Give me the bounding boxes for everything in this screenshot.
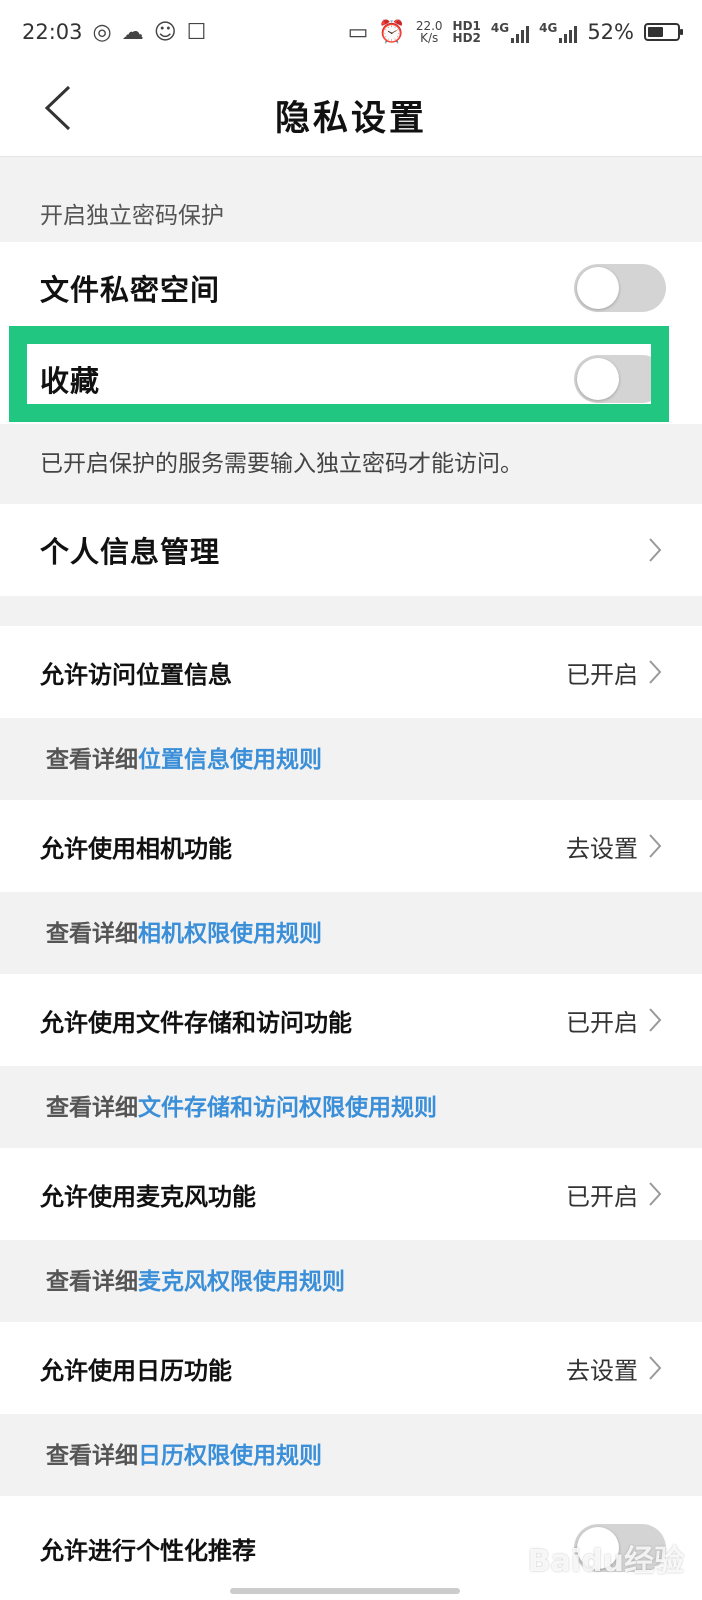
chevron-right-icon — [648, 659, 662, 685]
page-title: 隐私设置 — [274, 99, 427, 139]
detail-calendar: 查看详细日历权限使用规则 — [46, 1436, 322, 1470]
alarm-icon: ⏰ — [378, 19, 406, 45]
battery-icon — [644, 23, 683, 41]
permission-status: 去设置 — [566, 1356, 638, 1385]
toggle-knob — [577, 267, 619, 309]
detail-prefix: 查看详细 — [46, 747, 138, 773]
permission-status: 已开启 — [566, 660, 638, 689]
row-label: 允许使用麦克风功能 — [40, 1182, 256, 1211]
signal-bars-icon — [511, 23, 530, 43]
row-label: 允许使用日历功能 — [40, 1356, 232, 1385]
row-permission-camera[interactable]: 允许使用相机功能 去设置 — [0, 800, 702, 892]
section-label-password: 开启独立密码保护 — [40, 203, 224, 229]
speed-unit: K/s — [420, 31, 439, 45]
toggle-knob — [577, 358, 619, 400]
hd-indicator: HD1 HD2 — [453, 20, 481, 44]
chevron-right-icon — [648, 833, 662, 859]
detail-link[interactable]: 麦克风权限使用规则 — [138, 1269, 345, 1295]
detail-prefix: 查看详细 — [46, 1443, 138, 1469]
detail-prefix: 查看详细 — [46, 1269, 138, 1295]
signal-1: 4G — [490, 21, 530, 43]
permission-status: 已开启 — [566, 1182, 638, 1211]
battery-fill — [648, 27, 663, 37]
permission-status: 已开启 — [566, 1008, 638, 1037]
home-indicator[interactable] — [230, 1588, 460, 1594]
baidu-watermark: Baidu经验 — [527, 1544, 684, 1579]
header: 隐私设置 — [0, 64, 702, 157]
qq-icon: ☺ — [153, 19, 177, 45]
weibo-icon: ◎ — [92, 19, 112, 45]
detail-microphone: 查看详细麦克风权限使用规则 — [46, 1262, 345, 1296]
row-permission-microphone[interactable]: 允许使用麦克风功能 已开启 — [0, 1148, 702, 1240]
row-label: 允许使用相机功能 — [40, 834, 232, 863]
detail-prefix: 查看详细 — [46, 1095, 138, 1121]
signal-bars-icon — [559, 23, 578, 43]
detail-link[interactable]: 文件存储和访问权限使用规则 — [138, 1095, 437, 1121]
cast-icon: ▭ — [347, 19, 369, 45]
wechat-icon: ☁ — [121, 19, 144, 45]
hd2-label: HD2 — [452, 31, 481, 45]
row-label: 允许进行个性化推荐 — [40, 1536, 256, 1565]
chevron-right-icon — [648, 1007, 662, 1033]
row-label: 允许使用文件存储和访问功能 — [40, 1008, 352, 1037]
net2-label: 4G — [539, 21, 558, 35]
chevron-right-icon — [648, 1181, 662, 1207]
status-bar: 22:03 ◎ ☁ ☺ ☐ ▭ ⏰ 22.0 K/s HD1 HD2 4G 4G… — [0, 0, 702, 64]
row-private-space[interactable]: 文件私密空间 — [0, 242, 702, 334]
permission-status: 去设置 — [566, 834, 638, 863]
row-favorites[interactable]: 收藏 — [0, 334, 702, 424]
row-permission-location[interactable]: 允许访问位置信息 已开启 — [0, 626, 702, 718]
clock: 22:03 — [22, 20, 83, 44]
detail-link[interactable]: 日历权限使用规则 — [138, 1443, 322, 1469]
row-label: 收藏 — [40, 364, 101, 398]
row-personal-info[interactable]: 个人信息管理 — [0, 504, 702, 596]
signal-2: 4G — [539, 21, 578, 43]
battery-percent: 52% — [587, 20, 634, 44]
chevron-right-icon — [648, 537, 662, 563]
detail-prefix: 查看详细 — [46, 921, 138, 947]
private-space-toggle[interactable] — [574, 264, 666, 312]
network-speed: 22.0 K/s — [416, 20, 443, 44]
net1-label: 4G — [490, 21, 510, 35]
row-permission-storage[interactable]: 允许使用文件存储和访问功能 已开启 — [0, 974, 702, 1066]
row-label: 个人信息管理 — [40, 535, 221, 569]
detail-link[interactable]: 位置信息使用规则 — [138, 747, 322, 773]
favorites-toggle[interactable] — [574, 355, 666, 403]
row-label: 允许访问位置信息 — [40, 660, 232, 689]
chevron-right-icon — [648, 1355, 662, 1381]
screenshot-icon: ☐ — [186, 19, 207, 45]
row-label: 文件私密空间 — [40, 273, 221, 307]
protection-note: 已开启保护的服务需要输入独立密码才能访问。 — [40, 451, 523, 477]
detail-link[interactable]: 相机权限使用规则 — [138, 921, 322, 947]
row-permission-calendar[interactable]: 允许使用日历功能 去设置 — [0, 1322, 702, 1414]
detail-camera: 查看详细相机权限使用规则 — [46, 914, 322, 948]
detail-storage: 查看详细文件存储和访问权限使用规则 — [46, 1088, 437, 1122]
detail-location: 查看详细位置信息使用规则 — [46, 740, 322, 774]
